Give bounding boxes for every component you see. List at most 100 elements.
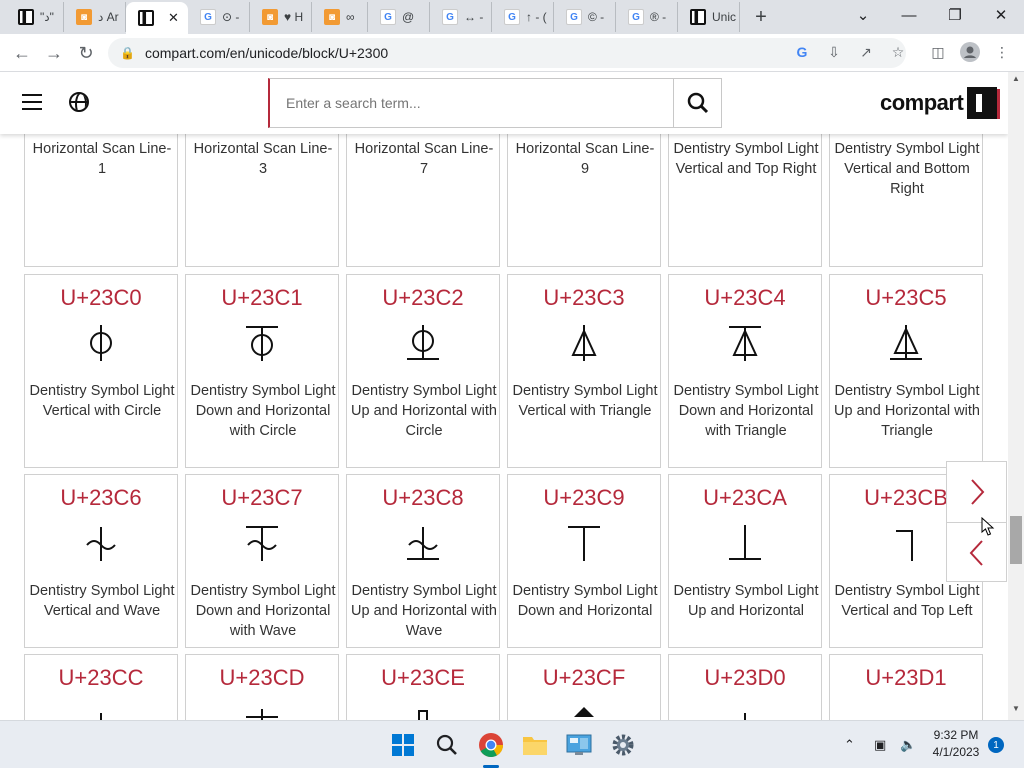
scroll-down-arrow-icon[interactable]: ▼: [1008, 704, 1024, 718]
bookmark-star-icon[interactable]: ☆: [886, 40, 910, 64]
profile-avatar-icon[interactable]: [958, 40, 982, 64]
tab-label: "د": [40, 10, 54, 24]
reload-button[interactable]: ↻: [72, 39, 100, 67]
code-point-label: U+23C3: [543, 285, 625, 310]
install-app-icon[interactable]: ⇩: [822, 40, 846, 64]
minimize-button[interactable]: —: [886, 0, 932, 30]
character-card[interactable]: U+23C0 Dentistry Symbol Light Vertical wi…: [24, 274, 178, 468]
character-name: Dentistry Symbol Light Vertical with Cir…: [29, 383, 175, 419]
character-card[interactable]: U+23D0: [668, 654, 822, 720]
show-hidden-icons-button[interactable]: ⌃: [844, 721, 855, 769]
previous-block-button[interactable]: [947, 522, 1006, 582]
page-viewport: Horizontal Scan Line-1 Horizontal Scan Li…: [0, 72, 1008, 720]
share-icon[interactable]: ↗: [854, 40, 878, 64]
next-block-button[interactable]: [947, 462, 1006, 522]
tab-label: ↔ -: [464, 10, 484, 24]
browser-tab[interactable]: ▌ "د": [6, 2, 64, 32]
character-name: Dentistry Symbol Light Vertical with Tri…: [512, 383, 658, 419]
windows-logo-icon: [392, 734, 414, 756]
taskbar-search-button[interactable]: [431, 729, 463, 761]
character-card[interactable]: U+23C6 Dentistry Symbol Light Vertical an…: [24, 474, 178, 648]
browser-tab[interactable]: ◙ د Ar: [64, 2, 126, 32]
browser-tab[interactable]: G ↑ - (: [492, 2, 554, 32]
character-card[interactable]: U+23C3 Dentistry Symbol Light Vertical wi…: [507, 274, 661, 468]
character-name: Horizontal Scan Line-9: [515, 141, 655, 177]
character-name: Dentistry Symbol Light Vertical and Top …: [673, 141, 819, 177]
character-name: Dentistry Symbol Light Up and Horizontal: [673, 583, 819, 619]
compart-logo[interactable]: compart: [880, 86, 1001, 120]
site-header: Enter a search term... compart: [0, 72, 1008, 134]
code-point-label: U+23C5: [865, 285, 947, 310]
character-glyph: [347, 703, 499, 720]
google-favicon-icon: G: [200, 9, 216, 25]
character-glyph: [186, 703, 338, 720]
chrome-taskbar-button[interactable]: [475, 729, 507, 761]
search-input[interactable]: Enter a search term...: [268, 78, 674, 128]
side-panel-icon[interactable]: ◫: [926, 40, 950, 64]
browser-tab[interactable]: G ⊙ -: [188, 2, 250, 32]
mouse-pointer-icon: [981, 517, 995, 536]
back-button[interactable]: ←: [8, 39, 36, 67]
maximize-button[interactable]: ❐: [932, 0, 978, 30]
close-tab-icon[interactable]: ✕: [168, 10, 179, 26]
character-glyph: [508, 703, 660, 720]
character-glyph: [25, 323, 177, 363]
tab-label: ⊙ -: [222, 10, 240, 24]
close-window-button[interactable]: ✕: [978, 0, 1024, 30]
character-glyph: [347, 323, 499, 363]
code-point-label: U+23C4: [704, 285, 786, 310]
character-card[interactable]: U+23C7 Dentistry Symbol Light Down and Ho…: [185, 474, 339, 648]
tab-search-chevron-icon[interactable]: ⌄: [840, 0, 886, 30]
tab-label: © -: [588, 10, 605, 24]
control-panel-taskbar-button[interactable]: [563, 729, 595, 761]
file-explorer-taskbar-button[interactable]: [519, 729, 551, 761]
tab-label: د Ar: [98, 10, 119, 24]
browser-tab[interactable]: ◙ ∞: [312, 2, 368, 32]
character-card[interactable]: U+23CE: [346, 654, 500, 720]
character-card[interactable]: U+23C8 Dentistry Symbol Light Up and Hori…: [346, 474, 500, 648]
new-tab-button[interactable]: +: [746, 2, 776, 32]
character-glyph: [830, 703, 982, 720]
orange-favicon-icon: ◙: [324, 9, 340, 25]
address-bar[interactable]: 🔒 compart.com/en/unicode/block/U+2300: [108, 38, 906, 68]
start-button[interactable]: [387, 729, 419, 761]
character-card[interactable]: U+23C4 Dentistry Symbol Light Down and Ho…: [668, 274, 822, 468]
scroll-up-arrow-icon[interactable]: ▲: [1008, 74, 1024, 88]
character-card[interactable]: U+23D1: [829, 654, 983, 720]
character-glyph: [25, 703, 177, 720]
search-button[interactable]: [673, 78, 722, 128]
browser-menu-icon[interactable]: ⋮: [990, 40, 1014, 64]
system-clock[interactable]: 9:32 PM 4/1/2023: [922, 727, 990, 761]
volume-icon[interactable]: 🔈: [900, 721, 916, 769]
browser-tab[interactable]: ▌ ✕: [126, 2, 188, 34]
character-card[interactable]: U+23C1 Dentistry Symbol Light Down and Ho…: [185, 274, 339, 468]
hamburger-menu-icon[interactable]: [22, 94, 42, 110]
chrome-icon: [479, 733, 503, 758]
scrollbar-thumb[interactable]: [1010, 516, 1022, 564]
character-card[interactable]: U+23CD: [185, 654, 339, 720]
forward-button[interactable]: →: [40, 39, 68, 67]
character-card[interactable]: U+23C9 Dentistry Symbol Light Down and Ho…: [507, 474, 661, 648]
browser-tab[interactable]: G ↔ -: [430, 2, 492, 32]
notification-badge[interactable]: 1: [988, 737, 1004, 753]
google-lens-icon[interactable]: G: [790, 40, 814, 64]
character-card[interactable]: U+23CF: [507, 654, 661, 720]
settings-taskbar-button[interactable]: [607, 729, 639, 761]
browser-tab[interactable]: G ® -: [616, 2, 678, 32]
code-point-label: U+23CC: [58, 665, 144, 690]
network-icon[interactable]: ▣: [874, 721, 886, 769]
code-point-label: U+23CD: [219, 665, 305, 690]
character-card[interactable]: U+23CC: [24, 654, 178, 720]
browser-tab[interactable]: ▌ Unic: [678, 2, 740, 32]
character-name: Dentistry Symbol Light Down and Horizont…: [673, 383, 819, 439]
block-navigation: [946, 461, 1007, 582]
browser-tab[interactable]: G © -: [554, 2, 616, 32]
page-scrollbar[interactable]: ▲ ▼: [1008, 72, 1024, 720]
browser-tab[interactable]: G @: [368, 2, 430, 32]
language-globe-icon[interactable]: [69, 92, 89, 112]
code-point-label: U+23CF: [542, 665, 626, 690]
character-card[interactable]: U+23CA Dentistry Symbol Light Up and Hori…: [668, 474, 822, 648]
browser-tab[interactable]: ◙ ♥ H: [250, 2, 312, 32]
character-card[interactable]: U+23C5 Dentistry Symbol Light Up and Hori…: [829, 274, 983, 468]
character-card[interactable]: U+23C2 Dentistry Symbol Light Up and Hori…: [346, 274, 500, 468]
